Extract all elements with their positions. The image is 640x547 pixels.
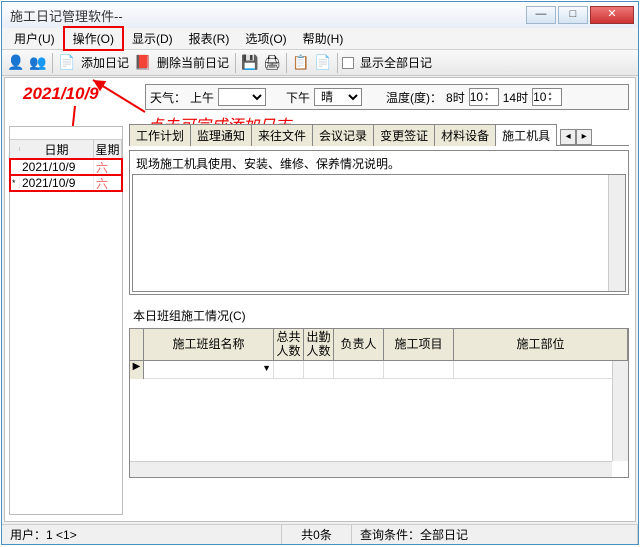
crew-table: 施工班组名称 总共人数 出勤人数 负责人 施工项目 施工部位 ▶ ▼ — [129, 328, 629, 478]
tab-changes[interactable]: 变更签证 — [373, 124, 435, 146]
separator — [235, 53, 236, 73]
save-icon[interactable]: 💾 — [240, 53, 260, 73]
th-present: 出勤人数 — [304, 329, 334, 360]
close-button[interactable]: ✕ — [590, 6, 634, 24]
menubar: 用户(U) 操作(O) 显示(D) 报表(R) 选项(O) 帮助(H) — [2, 28, 638, 50]
statusbar: 用户：1 <1> 共0条 查询条件： 全部日记 — [2, 524, 638, 544]
col-date-header: 日期 — [20, 139, 94, 160]
show-all-checkbox[interactable] — [342, 57, 354, 69]
menu-options[interactable]: 选项(O) — [237, 28, 294, 49]
crew-table-header: 施工班组名称 总共人数 出勤人数 负责人 施工项目 施工部位 — [130, 329, 628, 361]
tab-supervision[interactable]: 监理通知 — [190, 124, 252, 146]
am-weather-select[interactable] — [218, 88, 266, 106]
print-icon[interactable]: 🖨 — [262, 53, 282, 73]
date-list-header: 日期 星期 — [10, 139, 122, 159]
tab-machinery[interactable]: 施工机具 — [495, 124, 557, 146]
titlebar: 施工日记管理软件-- — □ ✕ — [2, 2, 638, 28]
date-row[interactable]: 2021/10/9 六 — [10, 159, 122, 175]
annotation-date: 2021/10/9 — [23, 84, 99, 104]
toolbar: 👤 👥 📄 添加日记 📕 删除当前日记 💾 🖨 📋 📄 显示全部日记 — [2, 50, 638, 76]
date-row[interactable]: * 2021/10/9 六 — [10, 175, 122, 191]
tool-icon-2[interactable]: 👥 — [28, 53, 48, 73]
content-area: 2021/10/9 点击可完成添加日志 天气： 上午 下午 晴 温度(度)： 8… — [4, 77, 636, 522]
menu-user[interactable]: 用户(U) — [6, 28, 63, 49]
table-scrollbar-v[interactable] — [612, 361, 628, 461]
menu-display[interactable]: 显示(D) — [124, 28, 181, 49]
machinery-section: 现场施工机具使用、安装、维修、保养情况说明。 — [129, 150, 629, 295]
copy-icon[interactable]: 📋 — [291, 53, 311, 73]
th-project: 施工项目 — [384, 329, 454, 360]
show-all-label[interactable]: 显示全部日记 — [358, 54, 434, 71]
temp-label: 温度(度)： — [386, 89, 442, 106]
temp1-spinner[interactable]: 10 — [469, 88, 499, 106]
status-count: 共0条 — [282, 525, 352, 544]
tab-documents[interactable]: 来往文件 — [251, 124, 313, 146]
weather-label: 天气： — [150, 89, 186, 106]
separator — [52, 53, 53, 73]
th-total: 总共人数 — [274, 329, 304, 360]
menu-operate[interactable]: 操作(O) — [63, 26, 124, 51]
machinery-label: 现场施工机具使用、安装、维修、保养情况说明。 — [132, 153, 626, 174]
pm-weather-select[interactable]: 晴 — [314, 88, 362, 106]
time1-label: 8时 — [446, 89, 465, 106]
menu-help[interactable]: 帮助(H) — [295, 28, 352, 49]
crew-group-label: 本日班组施工情况(C) — [129, 305, 629, 326]
th-crew-name: 施工班组名称 — [144, 329, 274, 360]
maximize-button[interactable]: □ — [558, 6, 588, 24]
date-list-panel: 日期 星期 2021/10/9 六 * 2021/10/9 六 — [9, 126, 123, 515]
delete-diary-icon[interactable]: 📕 — [133, 53, 153, 73]
crew-table-row[interactable]: ▶ ▼ — [130, 361, 628, 379]
menu-report[interactable]: 报表(R) — [181, 28, 238, 49]
tool-icon-1[interactable]: 👤 — [6, 53, 26, 73]
table-scrollbar-h[interactable] — [130, 461, 612, 477]
th-location: 施工部位 — [454, 329, 628, 360]
row-pointer-icon: ▶ — [130, 361, 144, 379]
time2-label: 14时 — [503, 89, 528, 106]
status-user: 用户：1 <1> — [2, 525, 282, 544]
detail-panel: 工作计划 监理通知 来往文件 会议记录 变更签证 材料设备 施工机具 ◂ ▸ 现… — [129, 126, 629, 515]
paste-icon[interactable]: 📄 — [313, 53, 333, 73]
pm-label: 下午 — [286, 89, 310, 106]
tab-materials[interactable]: 材料设备 — [434, 124, 496, 146]
tabs: 工作计划 监理通知 来往文件 会议记录 变更签证 材料设备 施工机具 ◂ ▸ — [129, 126, 629, 146]
tab-meetings[interactable]: 会议记录 — [312, 124, 374, 146]
minimize-button[interactable]: — — [526, 6, 556, 24]
add-diary-icon[interactable]: 📄 — [57, 53, 77, 73]
tab-scroll: ◂ ▸ — [560, 129, 592, 145]
machinery-textarea[interactable] — [132, 174, 626, 292]
th-leader: 负责人 — [334, 329, 384, 360]
delete-diary-button[interactable]: 删除当前日记 — [155, 54, 231, 71]
tab-scroll-left[interactable]: ◂ — [560, 129, 576, 145]
app-window: 施工日记管理软件-- — □ ✕ 用户(U) 操作(O) 显示(D) 报表(R)… — [1, 1, 639, 545]
col-week-header: 星期 — [94, 139, 122, 160]
add-diary-button[interactable]: 添加日记 — [79, 54, 131, 71]
window-controls: — □ ✕ — [526, 6, 634, 24]
am-label: 上午 — [190, 89, 214, 106]
window-title: 施工日记管理软件-- — [10, 6, 526, 25]
separator — [286, 53, 287, 73]
temp2-spinner[interactable]: 10 — [532, 88, 562, 106]
status-filter: 查询条件： 全部日记 — [352, 525, 638, 544]
tab-workplan[interactable]: 工作计划 — [129, 124, 191, 146]
separator — [337, 53, 338, 73]
tab-scroll-right[interactable]: ▸ — [576, 129, 592, 145]
weather-bar: 天气： 上午 下午 晴 温度(度)： 8时 10 14时 10 — [145, 84, 629, 110]
